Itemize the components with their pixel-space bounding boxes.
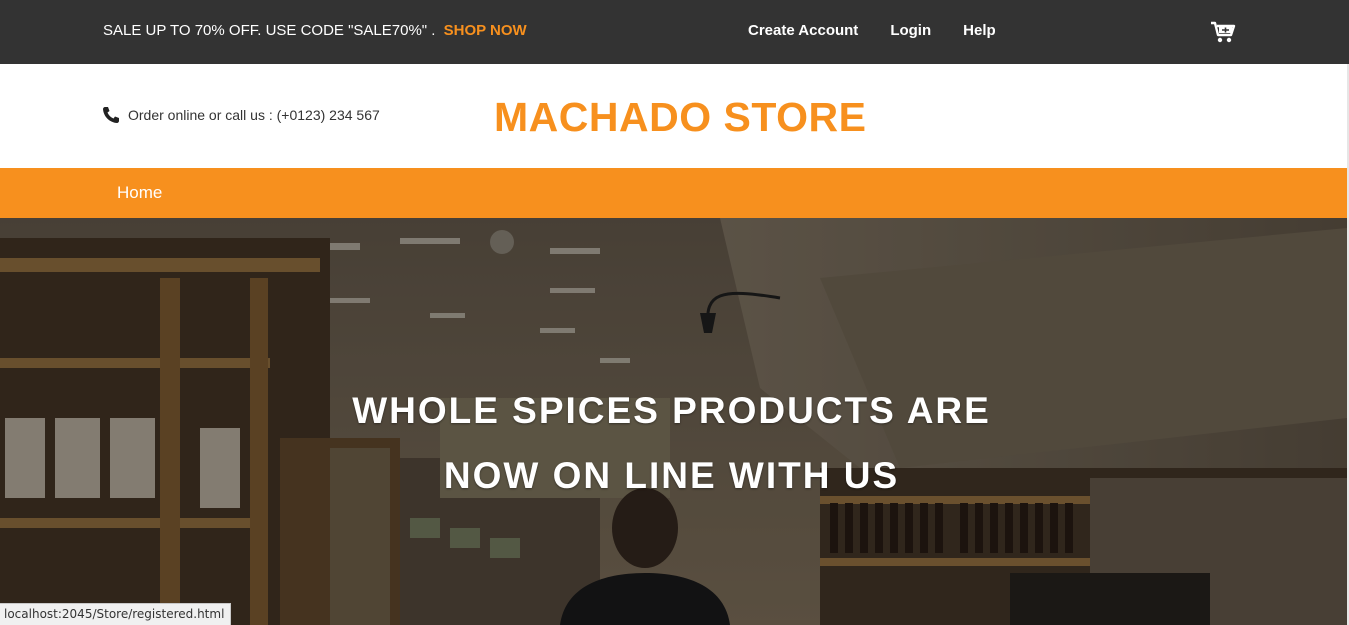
contact-info: Order online or call us : (+0123) 234 56…: [102, 106, 380, 124]
browser-status-bar: localhost:2045/Store/registered.html: [0, 603, 232, 625]
create-account-link[interactable]: Create Account: [748, 22, 858, 39]
nav-item-home[interactable]: Home: [117, 183, 162, 203]
account-links: Create Account Login Help: [748, 22, 996, 39]
hero-headline-line-1: WHOLE SPICES PRODUCTS ARE: [352, 390, 991, 431]
cart-icon[interactable]: [1210, 20, 1236, 44]
site-header: Order online or call us : (+0123) 234 56…: [0, 64, 1349, 168]
hero-headline: WHOLE SPICES PRODUCTS ARE NOW ON LINE WI…: [0, 378, 1343, 508]
login-link[interactable]: Login: [890, 22, 931, 39]
store-logo[interactable]: MACHADO STORE: [494, 94, 866, 141]
contact-text: Order online or call us : (+0123) 234 56…: [128, 107, 380, 123]
main-nav: Home: [0, 168, 1347, 218]
help-link[interactable]: Help: [963, 22, 996, 39]
shop-now-link[interactable]: SHOP NOW: [444, 22, 527, 39]
hero-banner: WHOLE SPICES PRODUCTS ARE NOW ON LINE WI…: [0, 218, 1347, 625]
top-bar: SALE UP TO 70% OFF. USE CODE "SALE70%" .…: [0, 0, 1349, 64]
phone-icon: [102, 106, 120, 124]
hero-headline-line-2: NOW ON LINE WITH US: [443, 455, 900, 496]
promo-text: SALE UP TO 70% OFF. USE CODE "SALE70%" .: [103, 22, 436, 39]
page: SALE UP TO 70% OFF. USE CODE "SALE70%" .…: [0, 0, 1349, 625]
promo-banner: SALE UP TO 70% OFF. USE CODE "SALE70%" .…: [103, 22, 527, 39]
